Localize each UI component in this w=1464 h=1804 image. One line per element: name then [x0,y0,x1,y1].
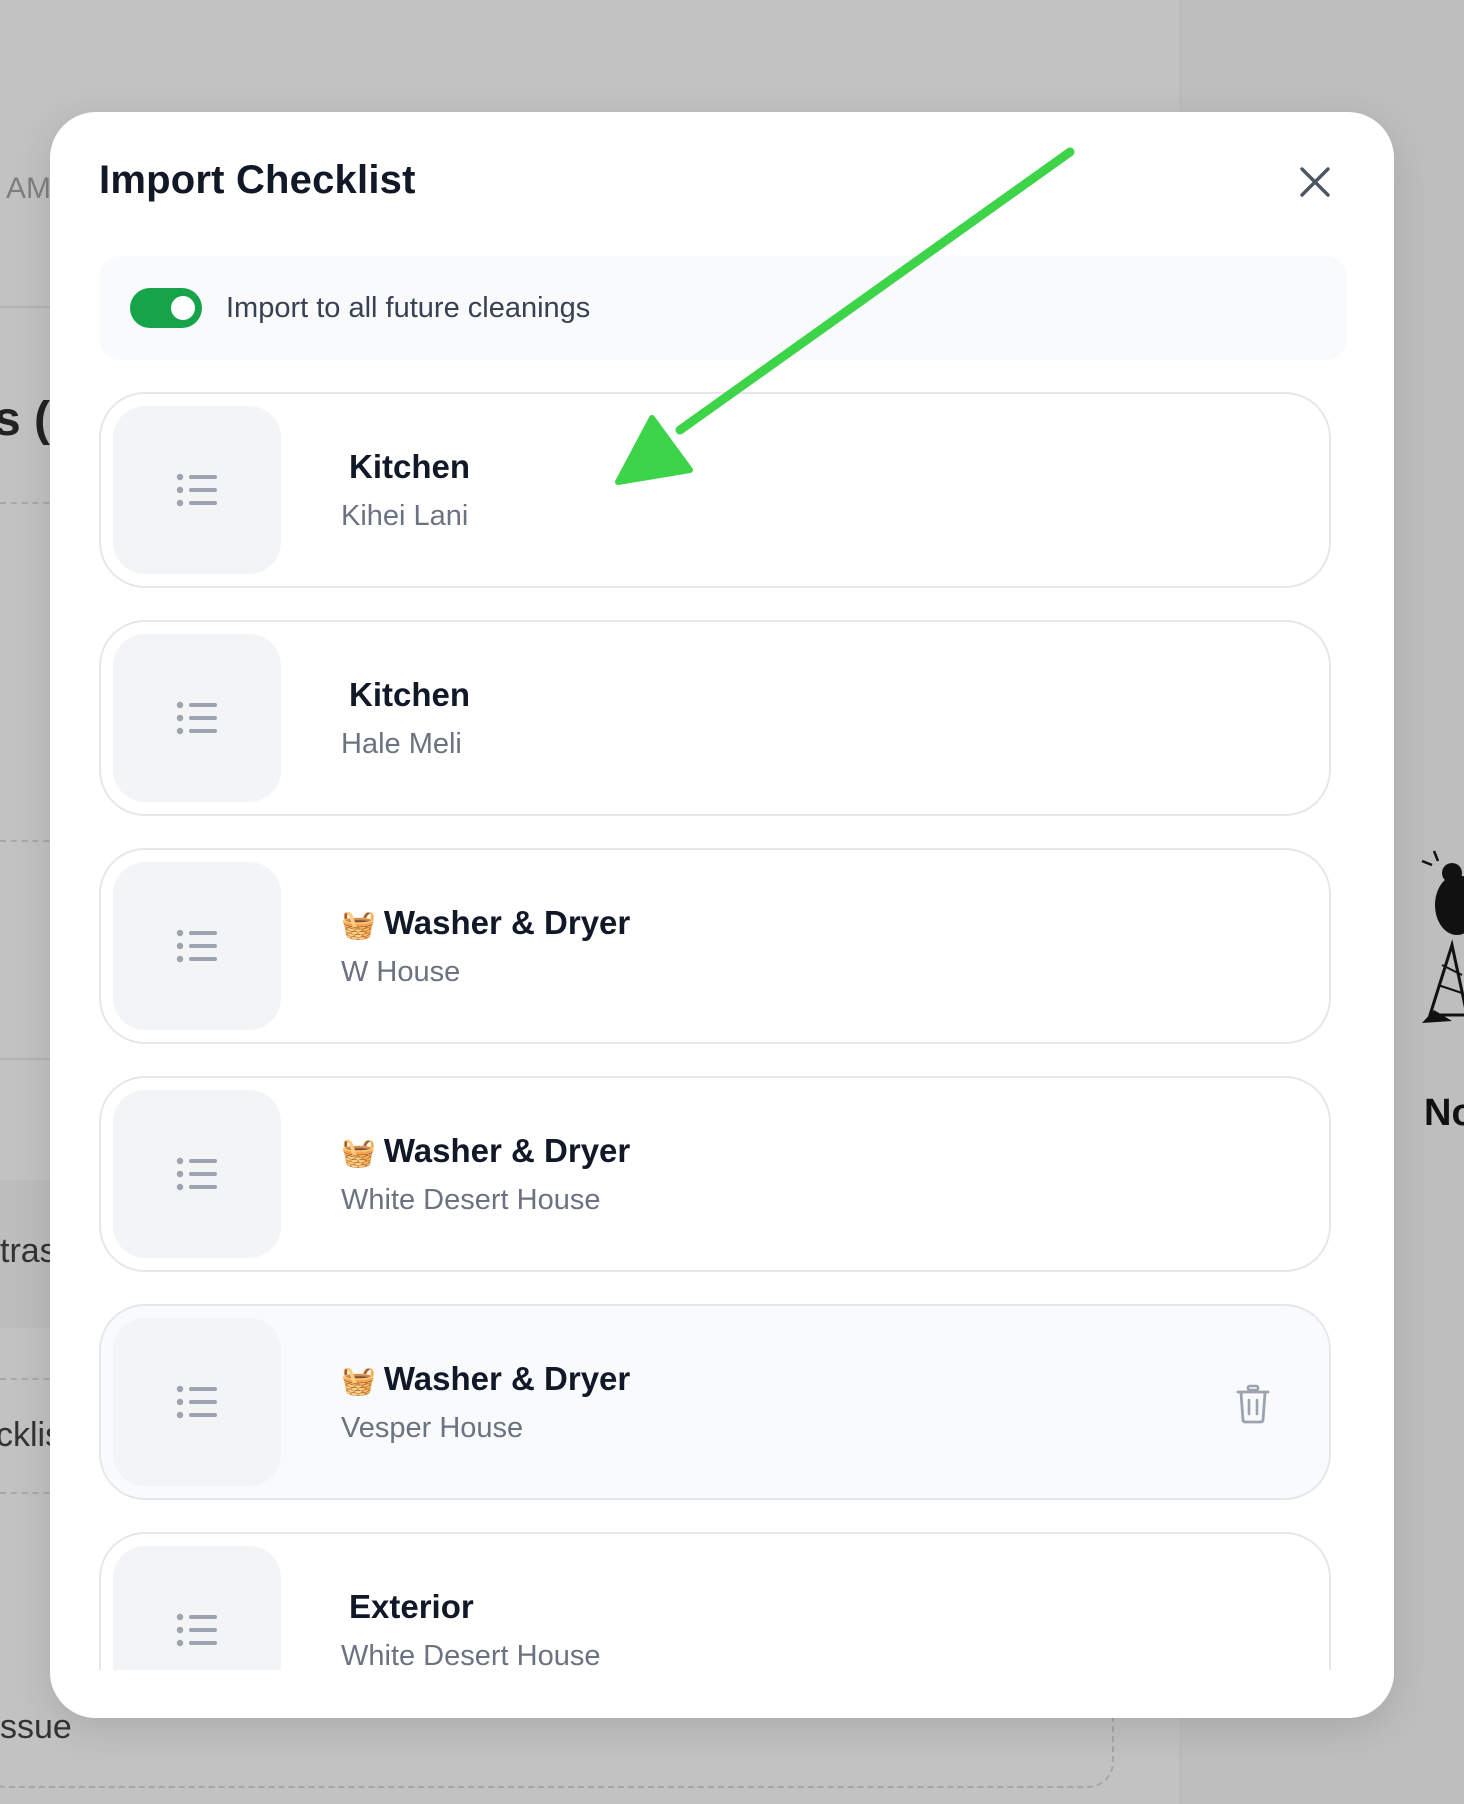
trash-icon [1236,1384,1270,1424]
import-checklist-modal: Import Checklist Import to all future cl… [50,112,1394,1718]
modal-footer-clip [50,1670,1394,1718]
empty-state-illustration-icon [1421,850,1464,1023]
checklist-item-property: White Desert House [341,1184,601,1216]
checklist-item-title: Exterior [341,1588,474,1626]
checklist-list: Kitchen Kihei Lani Kitchen Hale Meli 🧺 W… [99,392,1331,1718]
list-icon-box [113,862,281,1030]
checklist-item-title: Kitchen [341,676,470,714]
list-icon-box [113,406,281,574]
delete-button[interactable] [1231,1380,1275,1428]
checklist-item-property: Vesper House [341,1412,524,1444]
checklist-item-title-text: Washer & Dryer [383,1132,631,1169]
list-icon [176,473,217,507]
background-time-text: AM [6,172,51,205]
checklist-item[interactable]: 🧺 Washer & Dryer Vesper House [99,1304,1331,1500]
list-icon-box [113,634,281,802]
toggle-knob [171,296,195,320]
checklist-item[interactable]: Kitchen Hale Meli [99,620,1331,816]
laundry-basket-emoji: 🧺 [341,1365,376,1396]
checklist-item-title: 🧺 Washer & Dryer [341,1132,630,1170]
laundry-basket-emoji: 🧺 [341,1137,376,1168]
background-extras-label: tras [0,1232,57,1270]
list-icon [176,701,217,735]
background-heading: s ( [0,393,51,446]
import-future-toggle[interactable] [130,288,202,328]
checklist-item-property: Hale Meli [341,728,462,760]
import-future-label: Import to all future cleanings [226,291,591,324]
checklist-item[interactable]: Kitchen Kihei Lani [99,392,1331,588]
checklist-item-title: 🧺 Washer & Dryer [341,904,630,942]
checklist-item-title-text: Washer & Dryer [383,1360,631,1397]
modal-title: Import Checklist [99,158,416,202]
checklist-item-title: 🧺 Washer & Dryer [341,1360,630,1398]
checklist-item-title-text: Exterior [349,1588,474,1625]
list-icon [176,1613,217,1647]
list-icon-box [113,1318,281,1486]
checklist-item[interactable]: 🧺 Washer & Dryer White Desert House [99,1076,1331,1272]
checklist-item-title-text: Kitchen [349,448,471,485]
background-empty-state-text: No [1424,1092,1464,1134]
checklist-item-title-text: Kitchen [349,676,471,713]
checklist-item-property: W House [341,956,461,988]
checklist-item-property: Kihei Lani [341,500,469,532]
list-icon [176,1385,217,1419]
import-future-toggle-row: Import to all future cleanings [99,256,1347,360]
checklist-item-title-text: Washer & Dryer [383,904,631,941]
close-button[interactable] [1289,156,1341,208]
checklist-item-property: White Desert House [341,1640,601,1672]
close-icon [1300,167,1330,197]
list-icon [176,1157,217,1191]
laundry-basket-emoji: 🧺 [341,909,376,940]
checklist-item-title: Kitchen [341,448,470,486]
list-icon [176,929,217,963]
list-icon-box [113,1090,281,1258]
checklist-item[interactable]: 🧺 Washer & Dryer W House [99,848,1331,1044]
